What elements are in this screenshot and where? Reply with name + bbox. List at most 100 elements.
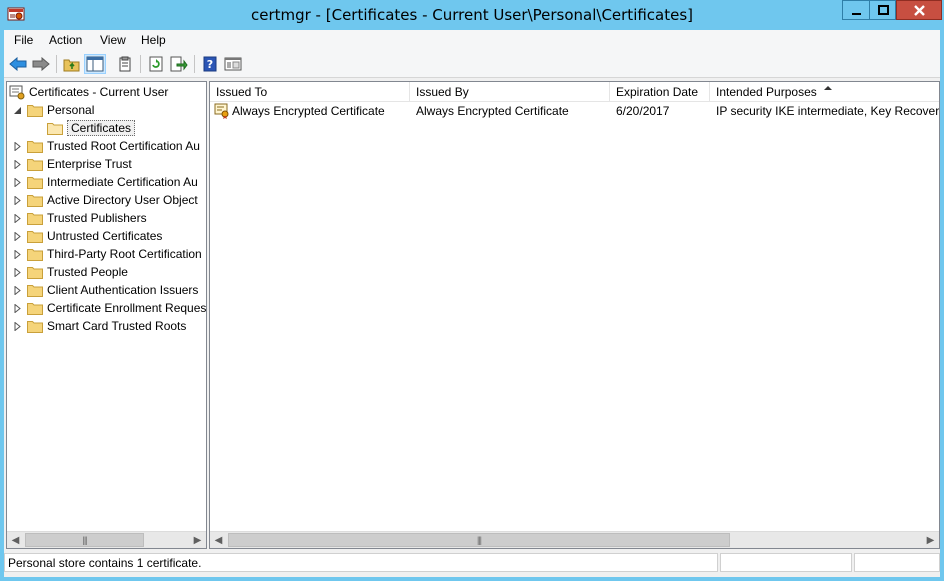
certificate-list-pane[interactable]: Issued To Issued By Expiration Date Inte… — [209, 81, 940, 549]
collapsed-chevron-icon[interactable] — [13, 267, 22, 277]
tree-item-certificates[interactable]: Certificates — [47, 119, 136, 137]
collapsed-chevron-icon[interactable] — [13, 249, 22, 259]
minimize-button[interactable] — [842, 0, 869, 20]
show-hide-console-tree-button[interactable] — [84, 54, 106, 74]
folder-icon — [27, 320, 43, 333]
issued-to-text: Always Encrypted Certificate — [232, 104, 385, 118]
menu-view[interactable]: View — [100, 33, 126, 47]
collapsed-chevron-icon[interactable] — [13, 303, 22, 313]
tree-item-label: Third-Party Root Certification — [47, 247, 202, 261]
tree-item-store[interactable]: Untrusted Certificates — [13, 227, 162, 245]
tree-item-label: Client Authentication Issuers — [47, 283, 199, 297]
folder-icon — [27, 212, 43, 225]
menu-action[interactable]: Action — [49, 33, 82, 47]
menu-file[interactable]: File — [14, 33, 33, 47]
tree-item-label: Active Directory User Object — [47, 193, 198, 207]
collapsed-chevron-icon[interactable] — [13, 159, 22, 169]
tree-item-label: Personal — [47, 103, 95, 117]
certificates-root-icon — [9, 85, 25, 100]
tree-item-store[interactable]: Certificate Enrollment Reques — [13, 299, 206, 317]
tree-item-store[interactable]: Smart Card Trusted Roots — [13, 317, 186, 335]
tree-item-store[interactable]: Intermediate Certification Au — [13, 173, 198, 191]
column-header-intended-purposes[interactable]: Intended Purposes — [710, 82, 939, 102]
tree-item-store[interactable]: Enterprise Trust — [13, 155, 132, 173]
tree-scroll-left-button[interactable]: ◀ — [7, 532, 24, 548]
svg-text:?: ? — [207, 58, 213, 71]
tree-item-personal[interactable]: Personal — [13, 101, 94, 119]
tree-root[interactable]: Certificates - Current User — [9, 83, 168, 101]
mmc-button[interactable] — [222, 54, 244, 74]
maximize-button[interactable] — [869, 0, 896, 20]
refresh-button[interactable] — [145, 54, 167, 74]
tree-item-label: Enterprise Trust — [47, 157, 132, 171]
tree-item-label: Trusted Publishers — [47, 211, 147, 225]
folder-icon — [27, 266, 43, 279]
title-bar[interactable]: certmgr - [Certificates - Current User\P… — [0, 0, 944, 30]
collapsed-chevron-icon[interactable] — [13, 285, 22, 295]
expanded-chevron-icon[interactable] — [13, 106, 22, 115]
tree-scroll-right-button[interactable]: ▶ — [189, 532, 206, 548]
tree-item-label: Trusted People — [47, 265, 128, 279]
column-header-issued-by[interactable]: Issued By — [410, 82, 610, 102]
tree-item-store[interactable]: Trusted People — [13, 263, 128, 281]
refresh-icon — [149, 56, 163, 72]
column-header-label: Intended Purposes — [716, 84, 817, 99]
folder-icon — [27, 104, 43, 117]
console-tree-pane[interactable]: Certificates - Current User Personal Cer… — [6, 81, 207, 549]
close-button[interactable] — [896, 0, 942, 20]
folder-icon — [27, 302, 43, 315]
folder-icon — [27, 194, 43, 207]
column-header-expiration-date[interactable]: Expiration Date — [610, 82, 710, 102]
help-button[interactable]: ? — [199, 54, 221, 74]
tree-item-label: Trusted Root Certification Au — [47, 139, 200, 153]
folder-icon — [47, 122, 63, 135]
cell-expiration-date: 6/20/2017 — [616, 104, 670, 118]
forward-arrow-icon — [32, 57, 50, 71]
export-list-button[interactable] — [168, 54, 190, 74]
show-hide-console-tree-icon — [86, 56, 104, 72]
tree-horizontal-scrollbar[interactable]: ◀ ||| ▶ — [7, 531, 206, 548]
status-segment-3 — [854, 553, 940, 572]
folder-icon — [27, 284, 43, 297]
collapsed-chevron-icon[interactable] — [13, 321, 22, 331]
horizontal-scrollbar[interactable]: ◀ ||| ▶ — [210, 531, 939, 548]
folder-icon — [27, 140, 43, 153]
folder-icon — [27, 158, 43, 171]
tree-item-store[interactable]: Active Directory User Object — [13, 191, 198, 209]
up-one-level-button[interactable] — [61, 54, 83, 74]
scroll-thumb[interactable]: ||| — [228, 533, 730, 547]
close-icon — [914, 5, 925, 16]
collapsed-chevron-icon[interactable] — [13, 213, 22, 223]
up-folder-icon — [63, 59, 80, 72]
menu-bar: File Action View Help — [4, 30, 940, 50]
status-text: Personal store contains 1 certificate. — [4, 553, 718, 572]
menu-help[interactable]: Help — [141, 33, 166, 47]
forward-button[interactable] — [30, 54, 52, 74]
tree-item-store[interactable]: Client Authentication Issuers — [13, 281, 198, 299]
tree-item-store[interactable]: Trusted Root Certification Au — [13, 137, 200, 155]
certmgr-window: certmgr - [Certificates - Current User\P… — [0, 0, 944, 581]
collapsed-chevron-icon[interactable] — [13, 231, 22, 241]
cell-issued-by: Always Encrypted Certificate — [416, 104, 569, 118]
folder-icon — [27, 248, 43, 261]
back-arrow-icon — [9, 57, 27, 71]
folder-icon — [27, 230, 43, 243]
scroll-right-button[interactable]: ▶ — [922, 532, 939, 548]
status-bar: Personal store contains 1 certificate. — [4, 551, 940, 573]
properties-icon — [119, 56, 131, 72]
collapsed-chevron-icon[interactable] — [13, 195, 22, 205]
tree-item-label: Certificate Enrollment Reques — [47, 301, 207, 315]
tree-item-store[interactable]: Trusted Publishers — [13, 209, 147, 227]
back-button[interactable] — [7, 54, 29, 74]
tree-item-label: Smart Card Trusted Roots — [47, 319, 187, 333]
column-header-issued-to[interactable]: Issued To — [210, 82, 410, 102]
collapsed-chevron-icon[interactable] — [13, 177, 22, 187]
tree-root-label: Certificates - Current User — [29, 85, 169, 99]
properties-button[interactable] — [114, 54, 136, 74]
scroll-left-button[interactable]: ◀ — [210, 532, 227, 548]
tree-item-store[interactable]: Third-Party Root Certification — [13, 245, 202, 263]
maximize-icon — [878, 5, 889, 15]
cell-intended-purposes: IP security IKE intermediate, Key Recove… — [716, 104, 940, 118]
tree-scroll-thumb[interactable]: ||| — [25, 533, 144, 547]
collapsed-chevron-icon[interactable] — [13, 141, 22, 151]
